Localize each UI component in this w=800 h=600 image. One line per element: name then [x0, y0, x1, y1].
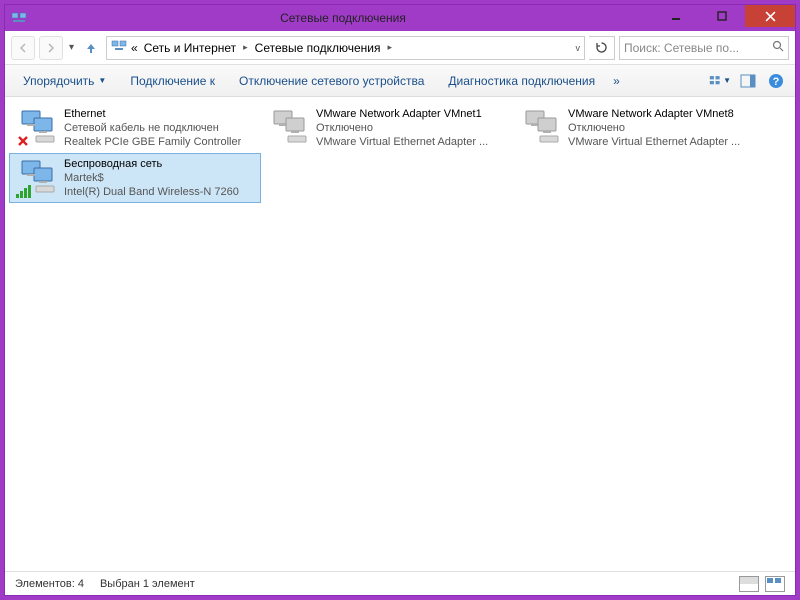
item-count: Элементов: 4: [15, 578, 84, 590]
connection-status: Отключено: [316, 121, 488, 135]
chevron-right-icon[interactable]: ▸: [384, 42, 395, 53]
network-adapter-icon: [268, 108, 308, 148]
connection-item[interactable]: VMware Network Adapter VMnet1ОтключеноVM…: [261, 103, 513, 153]
toolbar: Упорядочить ▼ Подключение к Отключение с…: [5, 65, 795, 97]
large-icons-view-button[interactable]: [765, 576, 785, 592]
status-bar: Элементов: 4 Выбран 1 элемент: [5, 571, 795, 595]
diagnose-button[interactable]: Диагностика подключения: [438, 70, 605, 92]
connection-item[interactable]: Беспроводная сетьMartek$Intel(R) Dual Ba…: [9, 153, 261, 203]
connection-name: VMware Network Adapter VMnet1: [316, 107, 488, 121]
connection-status: Martek$: [64, 171, 239, 185]
close-button[interactable]: [745, 5, 795, 27]
network-adapter-icon: [16, 108, 56, 148]
back-button[interactable]: [11, 36, 35, 60]
connection-status: Отключено: [568, 121, 740, 135]
connection-device: VMware Virtual Ethernet Adapter ...: [316, 135, 488, 149]
connection-status: Сетевой кабель не подключен: [64, 121, 241, 135]
chevron-right-icon[interactable]: ▸: [240, 42, 251, 53]
address-dropdown-icon[interactable]: v: [576, 43, 581, 53]
connection-text: EthernetСетевой кабель не подключенRealt…: [64, 107, 241, 149]
chevron-down-icon: ▼: [723, 76, 731, 85]
svg-text:?: ?: [773, 76, 780, 88]
connection-text: VMware Network Adapter VMnet1ОтключеноVM…: [316, 107, 488, 149]
search-icon: [772, 40, 784, 55]
breadcrumb-network[interactable]: Сеть и Интернет: [142, 41, 238, 55]
refresh-button[interactable]: [589, 36, 615, 60]
control-panel-icon: [111, 38, 127, 57]
connection-device: Realtek PCIe GBE Family Controller: [64, 135, 241, 149]
selection-count: Выбран 1 элемент: [100, 578, 195, 590]
connect-to-button[interactable]: Подключение к: [120, 70, 225, 92]
app-icon: [11, 10, 27, 26]
forward-button[interactable]: [39, 36, 63, 60]
network-adapter-icon: [520, 108, 560, 148]
connection-device: Intel(R) Dual Band Wireless-N 7260: [64, 185, 239, 199]
search-placeholder: Поиск: Сетевые по...: [624, 41, 768, 55]
connection-item[interactable]: VMware Network Adapter VMnet8ОтключеноVM…: [513, 103, 765, 153]
view-options-button[interactable]: ▼: [709, 70, 731, 92]
disable-label: Отключение сетевого устройства: [239, 74, 424, 88]
toolbar-overflow[interactable]: »: [609, 70, 624, 92]
content-area: EthernetСетевой кабель не подключенRealt…: [5, 97, 795, 571]
connection-name: Ethernet: [64, 107, 241, 121]
help-button[interactable]: ?: [765, 70, 787, 92]
details-view-button[interactable]: [739, 576, 759, 592]
organize-menu[interactable]: Упорядочить ▼: [13, 70, 116, 92]
window-title: Сетевые подключения: [33, 11, 653, 25]
connection-text: Беспроводная сетьMartek$Intel(R) Dual Ba…: [64, 157, 239, 199]
diagnose-label: Диагностика подключения: [448, 74, 595, 88]
connection-name: VMware Network Adapter VMnet8: [568, 107, 740, 121]
address-bar[interactable]: « Сеть и Интернет ▸ Сетевые подключения …: [106, 36, 585, 60]
minimize-button[interactable]: [653, 5, 699, 27]
overflow-label: »: [613, 74, 620, 88]
history-dropdown-icon[interactable]: ▾: [67, 42, 76, 53]
connection-item[interactable]: EthernetСетевой кабель не подключенRealt…: [9, 103, 261, 153]
connect-label: Подключение к: [130, 74, 215, 88]
preview-pane-button[interactable]: [737, 70, 759, 92]
breadcrumb-connections[interactable]: Сетевые подключения: [253, 41, 383, 55]
connection-device: VMware Virtual Ethernet Adapter ...: [568, 135, 740, 149]
up-button[interactable]: [80, 37, 102, 59]
navigation-bar: ▾ « Сеть и Интернет ▸ Сетевые подключени…: [5, 31, 795, 65]
system-buttons: [653, 5, 795, 31]
maximize-button[interactable]: [699, 5, 745, 27]
connection-name: Беспроводная сеть: [64, 157, 239, 171]
chevron-down-icon: ▼: [98, 76, 106, 85]
connection-text: VMware Network Adapter VMnet8ОтключеноVM…: [568, 107, 740, 149]
search-box[interactable]: Поиск: Сетевые по...: [619, 36, 789, 60]
titlebar: Сетевые подключения: [5, 5, 795, 31]
breadcrumb-prefix[interactable]: «: [129, 41, 140, 55]
disable-device-button[interactable]: Отключение сетевого устройства: [229, 70, 434, 92]
network-adapter-icon: [16, 158, 56, 198]
organize-label: Упорядочить: [23, 74, 94, 88]
